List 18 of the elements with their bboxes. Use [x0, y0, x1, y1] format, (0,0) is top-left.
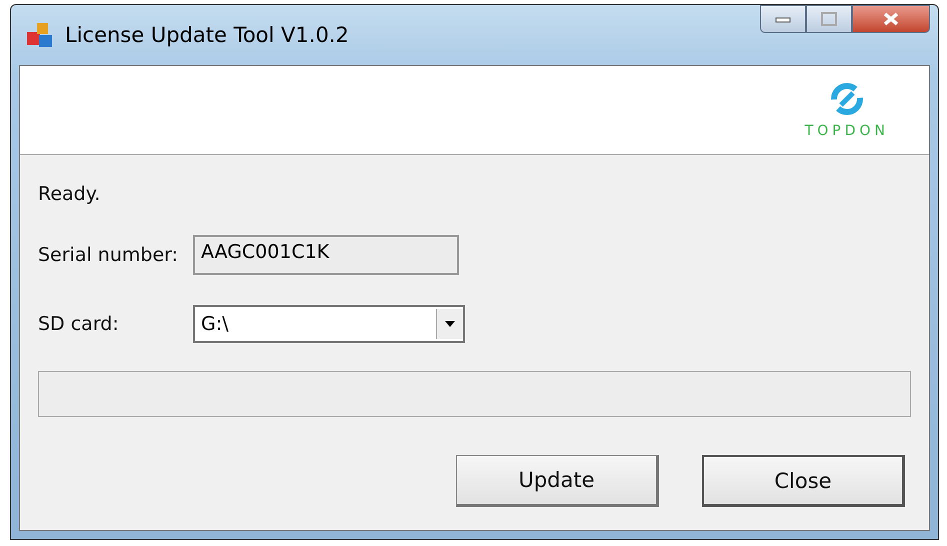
minimize-button[interactable]	[760, 5, 806, 33]
field-label: Serial number:	[38, 244, 180, 266]
dropdown-arrow-icon	[445, 321, 455, 327]
window-title: License Update Tool V1.0.2	[65, 23, 349, 47]
serial-number-field[interactable]: AAGC001C1K	[193, 235, 459, 275]
logo-text: TOPDON	[804, 123, 889, 139]
update-button[interactable]: Update	[456, 455, 659, 507]
status-text: Ready.	[38, 183, 102, 205]
close-dialog-button[interactable]: Close	[702, 455, 905, 507]
logo-icon	[828, 81, 865, 117]
field-label: SD card:	[38, 313, 120, 335]
sd-card-dropdown[interactable]: G:\	[193, 305, 465, 343]
app-icon	[25, 20, 55, 50]
close-icon	[882, 12, 900, 26]
maximize-icon	[821, 12, 837, 26]
maximize-button[interactable]	[806, 5, 852, 33]
close-button[interactable]	[852, 5, 930, 33]
minimize-icon	[775, 15, 791, 23]
